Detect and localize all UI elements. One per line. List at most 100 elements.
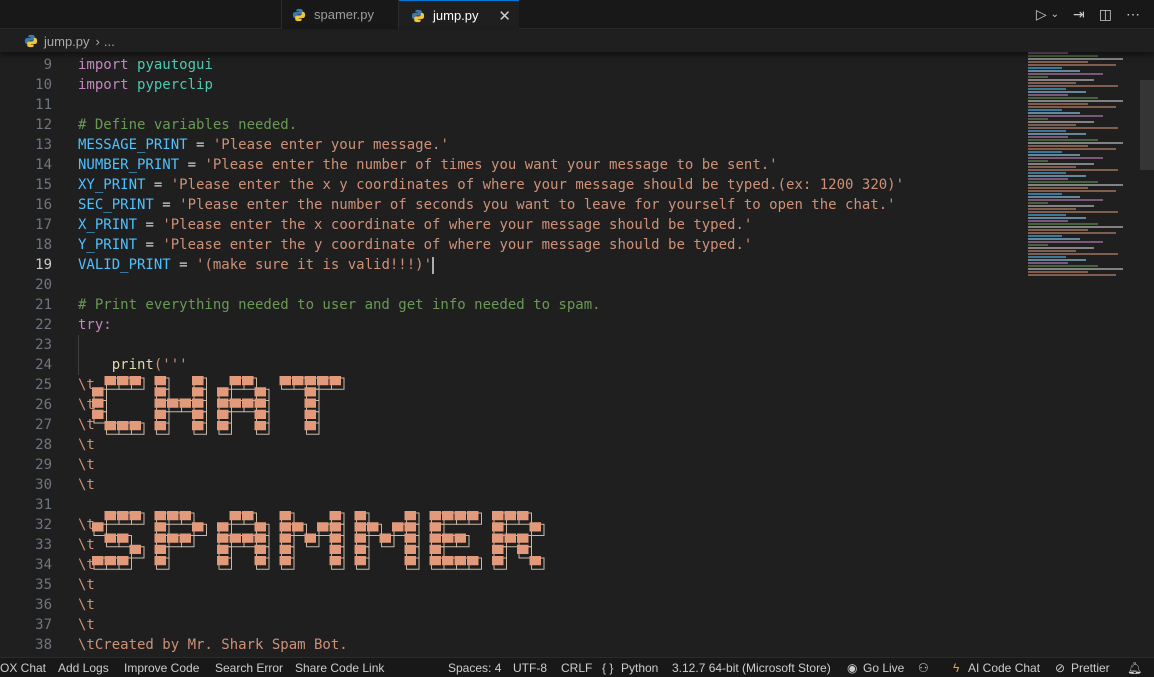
breadcrumb-more[interactable]: ... xyxy=(104,34,115,49)
minimap-line xyxy=(1028,82,1076,84)
ascii-art-block xyxy=(117,376,129,386)
ascii-art-block xyxy=(492,522,504,532)
minimap-line xyxy=(1028,160,1048,162)
line-number: 31 xyxy=(35,497,52,513)
ascii-art-block xyxy=(104,511,116,521)
ascii-art-block xyxy=(129,421,141,431)
split-editor-icon[interactable]: ◫ xyxy=(1099,6,1112,23)
ascii-art-block xyxy=(229,398,241,408)
minimap-line xyxy=(1028,145,1088,147)
copilot-icon[interactable]: ⚇ xyxy=(918,658,929,677)
minimap-line xyxy=(1028,157,1103,159)
code-line-21: # Print everything needed to user and ge… xyxy=(78,297,601,313)
minimap-line xyxy=(1028,256,1066,258)
ascii-art-block xyxy=(179,398,191,408)
tab-spamer-py[interactable]: spamer.py xyxy=(281,0,399,29)
line-number-gutter: 9 10 11 12 13 14 15 16 17 18 19 20 21 22 23 24 25 26 27 28 2… xyxy=(0,55,60,655)
ox-chat-button[interactable]: OX Chat xyxy=(0,658,46,677)
minimap-line xyxy=(1028,238,1080,240)
ascii-art-block xyxy=(279,376,291,386)
minimap-line xyxy=(1028,214,1066,216)
minimap-line xyxy=(1028,178,1068,180)
minimap-line xyxy=(1028,124,1076,126)
ascii-art-block xyxy=(104,376,116,386)
minimap-line xyxy=(1028,142,1123,144)
ascii-art-block xyxy=(117,421,129,431)
minimap-line xyxy=(1028,166,1076,168)
ascii-art-block xyxy=(167,398,179,408)
encoding-status[interactable]: UTF-8 xyxy=(513,658,547,677)
tab-jump-py[interactable]: jump.py ✕ xyxy=(399,0,519,30)
ascii-art-block xyxy=(117,533,129,543)
minimap-line xyxy=(1028,118,1048,120)
line-number: 12 xyxy=(35,117,52,133)
status-bar: OX Chat Add Logs Improve Code Search Err… xyxy=(0,657,1154,677)
indentation-status[interactable]: Spaces: 4 xyxy=(448,658,501,677)
ascii-art-block xyxy=(304,376,316,386)
code-editor[interactable]: 9 10 11 12 13 14 15 16 17 18 19 20 21 22 23 24 25 26 27 28 2… xyxy=(0,52,1154,657)
minimap-line xyxy=(1028,235,1062,237)
minimap-line xyxy=(1028,130,1066,132)
minimap-line xyxy=(1028,55,1098,57)
run-icon[interactable]: ▷ xyxy=(1036,6,1047,23)
ascii-art-block xyxy=(117,556,129,566)
ascii-art-block xyxy=(429,511,441,521)
add-logs-button[interactable]: Add Logs xyxy=(58,658,109,677)
more-actions-icon[interactable]: ⋯ xyxy=(1126,6,1140,23)
minimap-line xyxy=(1028,259,1086,261)
ascii-art-block xyxy=(279,556,291,566)
prettier-check-icon: ⊘ xyxy=(1055,661,1066,675)
minimap-line xyxy=(1028,97,1098,99)
ascii-art-chat xyxy=(92,376,345,435)
ascii-art-block xyxy=(304,398,316,408)
ascii-art-block xyxy=(167,533,179,543)
code-line-19: VALID_PRINT = '(make sure it is valid!!!… xyxy=(78,256,435,274)
ascii-art-block xyxy=(242,533,254,543)
minimap-line xyxy=(1028,172,1066,174)
language-mode[interactable]: Python xyxy=(621,658,658,677)
ascii-art-block xyxy=(292,522,304,532)
breadcrumb-file[interactable]: jump.py xyxy=(44,34,90,49)
ascii-art-block xyxy=(504,511,516,521)
ascii-art-block xyxy=(154,421,166,431)
minimap-line xyxy=(1028,58,1123,60)
eol-status[interactable]: CRLF xyxy=(561,658,592,677)
scrollbar-thumb[interactable] xyxy=(1140,80,1154,170)
ascii-art-block xyxy=(192,387,204,397)
bell-icon[interactable]: 🔔︎ xyxy=(1127,658,1142,677)
ascii-art-block xyxy=(104,533,116,543)
ascii-art-block xyxy=(217,544,229,554)
ascii-art-block xyxy=(217,409,229,419)
ascii-art-block xyxy=(117,511,129,521)
search-error-button[interactable]: Search Error xyxy=(215,658,283,677)
python-interpreter[interactable]: 3.12.7 64-bit (Microsoft Store) xyxy=(672,658,831,677)
ascii-art-block xyxy=(154,398,166,408)
minimap-line xyxy=(1028,247,1094,249)
open-changes-icon[interactable]: ⇥ xyxy=(1073,6,1085,23)
ascii-art-block xyxy=(242,376,254,386)
chevron-right-icon: › xyxy=(95,33,100,49)
ai-code-chat-button[interactable]: AI Code Chat xyxy=(968,658,1040,677)
line-number: 20 xyxy=(35,277,52,293)
tab-bar: spamer.py jump.py ✕ ▷ ⌄ ⇥ ◫ ⋯ xyxy=(0,0,1154,30)
line-number: 18 xyxy=(35,237,52,253)
minimap-line xyxy=(1028,181,1098,183)
minimap-line xyxy=(1028,271,1088,273)
line-number: 23 xyxy=(35,337,52,353)
minimap[interactable] xyxy=(1028,52,1140,302)
close-icon[interactable]: ✕ xyxy=(498,7,511,25)
minimap-line xyxy=(1028,223,1098,225)
ascii-art-block xyxy=(254,409,266,419)
ascii-art-block xyxy=(92,387,104,397)
prettier-button[interactable]: Prettier xyxy=(1071,658,1110,677)
code-line-10: import pyperclip xyxy=(78,77,213,93)
chevron-down-icon[interactable]: ⌄ xyxy=(1051,9,1059,20)
ascii-art-block xyxy=(467,556,479,566)
minimap-line xyxy=(1028,232,1116,234)
line-number: 21 xyxy=(35,297,52,313)
improve-code-button[interactable]: Improve Code xyxy=(124,658,199,677)
share-code-link-button[interactable]: Share Code Link xyxy=(295,658,384,677)
go-live-button[interactable]: Go Live xyxy=(863,658,904,677)
